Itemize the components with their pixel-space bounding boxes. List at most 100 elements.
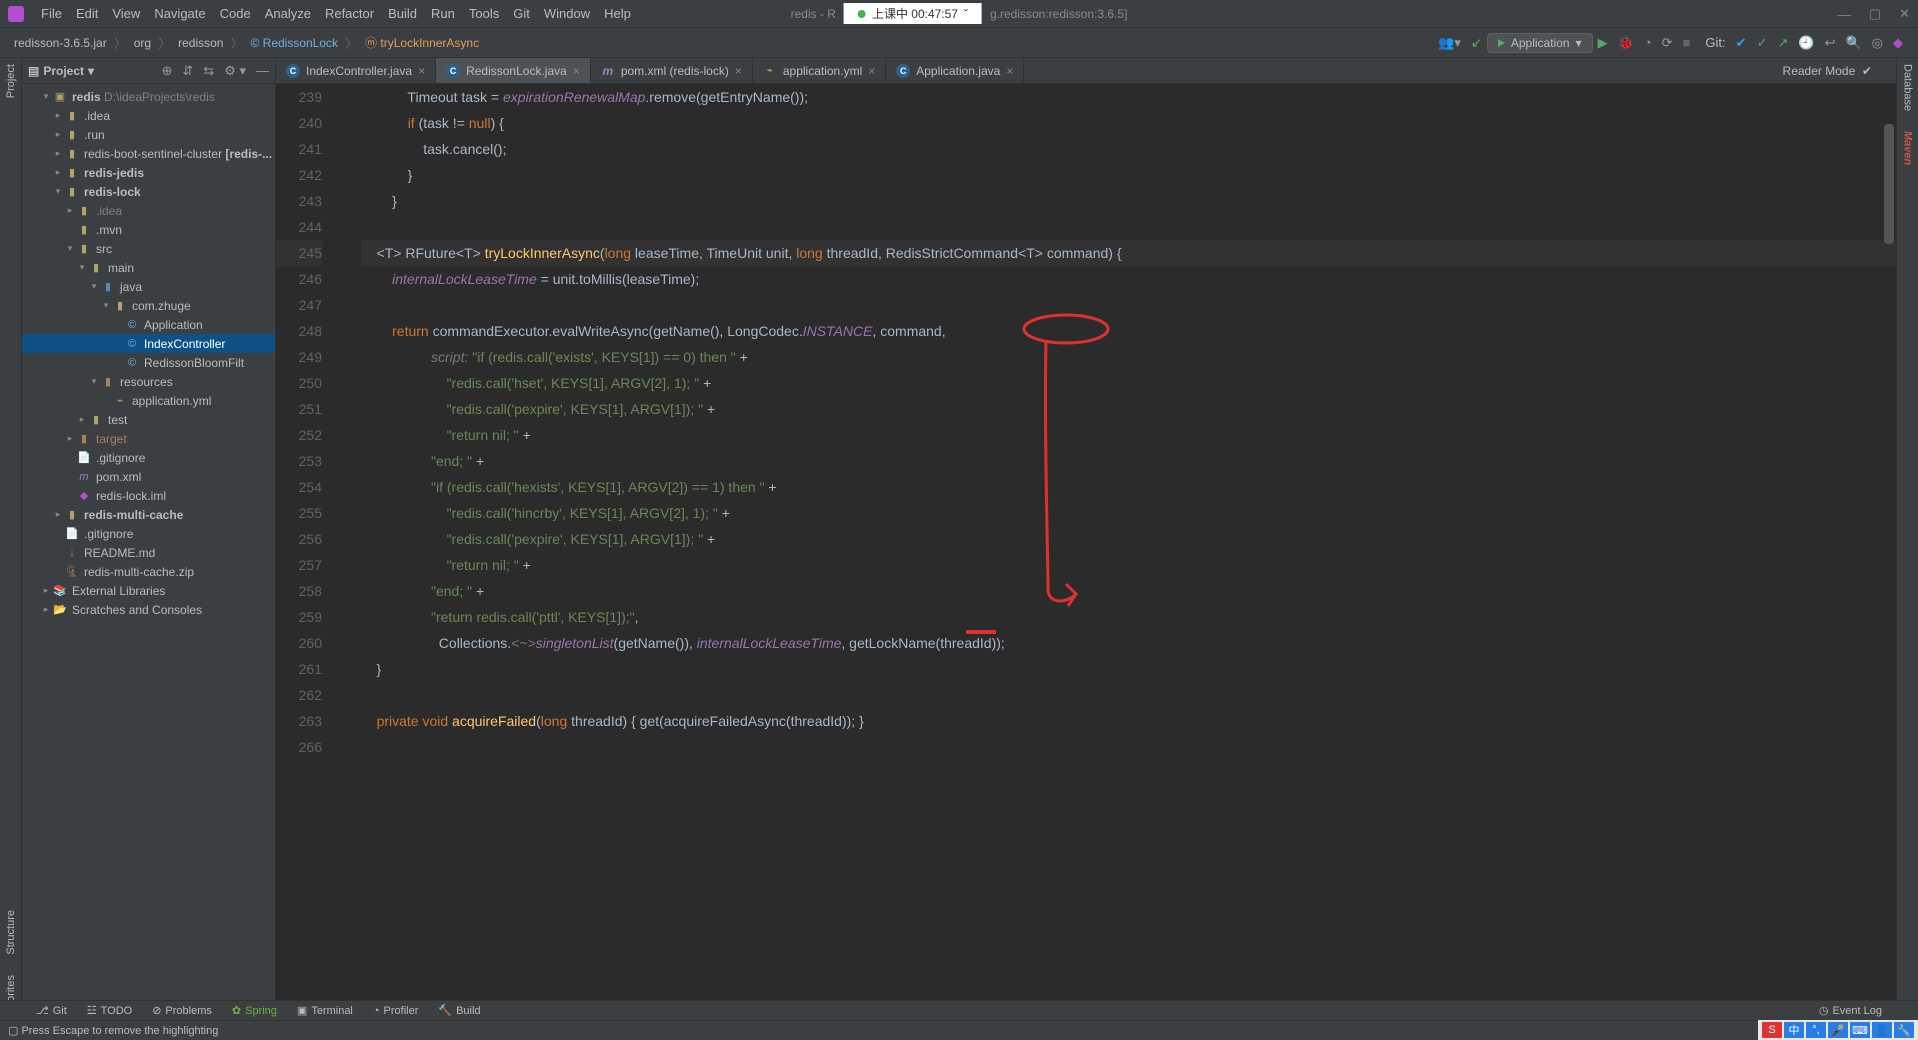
tree-resources[interactable]: ▾▮resources bbox=[22, 372, 275, 391]
tree-run[interactable]: ▸▮.run bbox=[22, 125, 275, 144]
tray-user-icon[interactable]: 👤 bbox=[1872, 1022, 1892, 1038]
locate-icon[interactable]: ⊕ bbox=[161, 63, 172, 79]
code-body[interactable]: Timeout task = expirationRenewalMap.remo… bbox=[361, 84, 1896, 760]
tab-appyml[interactable]: ⌁application.yml× bbox=[753, 58, 886, 83]
gear-icon[interactable]: ⚙ ▾ bbox=[224, 63, 246, 79]
stop-button[interactable]: ■ bbox=[1678, 35, 1696, 50]
tree-src[interactable]: ▾▮src bbox=[22, 239, 275, 258]
back-icon[interactable]: ↙ bbox=[1466, 35, 1487, 51]
tree-java[interactable]: ▾▮java bbox=[22, 277, 275, 296]
right-tab-maven[interactable]: Maven bbox=[1902, 131, 1914, 165]
close-tab-icon[interactable]: × bbox=[868, 64, 875, 78]
project-view-selector[interactable]: ▤ Project ▾ bbox=[28, 64, 94, 78]
menu-navigate[interactable]: Navigate bbox=[147, 6, 212, 21]
tree-pom[interactable]: mpom.xml bbox=[22, 467, 275, 486]
tab-todo[interactable]: ☳ TODO bbox=[79, 1004, 140, 1017]
close-icon[interactable]: ✕ bbox=[1899, 6, 1910, 22]
profile-button[interactable]: ⟳ bbox=[1657, 35, 1678, 51]
status-margin-icon[interactable]: ▢ bbox=[8, 1024, 18, 1037]
left-tab-structure[interactable]: Structure bbox=[5, 910, 17, 955]
tree-sentinel[interactable]: ▸▮redis-boot-sentinel-cluster [redis-... bbox=[22, 144, 275, 163]
crumb-org[interactable]: org bbox=[130, 36, 155, 50]
tree-multi-cache[interactable]: ▸▮redis-multi-cache bbox=[22, 505, 275, 524]
run-config-selector[interactable]: Application ▾ bbox=[1487, 33, 1593, 53]
tree-gitignore2[interactable]: 📄.gitignore bbox=[22, 524, 275, 543]
tree-bloom[interactable]: ©RedissonBloomFilt bbox=[22, 353, 275, 372]
tray-ime-icon[interactable]: S bbox=[1762, 1022, 1782, 1038]
tree-package[interactable]: ▾▮com.zhuge bbox=[22, 296, 275, 315]
tree-test[interactable]: ▸▮test bbox=[22, 410, 275, 429]
run-button[interactable]: ▶ bbox=[1593, 35, 1613, 51]
git-history-icon[interactable]: 🕘 bbox=[1793, 35, 1819, 51]
git-update-icon[interactable]: ✔ bbox=[1731, 35, 1752, 51]
tree-lock-idea[interactable]: ▸▮.idea bbox=[22, 201, 275, 220]
left-tab-project[interactable]: Project bbox=[5, 64, 17, 98]
menu-help[interactable]: Help bbox=[597, 6, 638, 21]
tree-iml[interactable]: ◆redis-lock.iml bbox=[22, 486, 275, 505]
tab-terminal[interactable]: ▣ Terminal bbox=[289, 1004, 361, 1017]
tray-tool-icon[interactable]: 🔧 bbox=[1894, 1022, 1914, 1038]
tab-profiler[interactable]: ◔ Profiler bbox=[365, 1005, 427, 1017]
tree-scratches[interactable]: ▸📂Scratches and Consoles bbox=[22, 600, 275, 619]
menu-file[interactable]: File bbox=[34, 6, 69, 21]
expand-icon[interactable]: ⇵ bbox=[182, 63, 193, 79]
git-commit-icon[interactable]: ✓ bbox=[1752, 35, 1773, 51]
tree-application[interactable]: ©Application bbox=[22, 315, 275, 334]
reader-mode-toggle[interactable]: Reader Mode ✔ bbox=[1783, 64, 1872, 78]
menu-git[interactable]: Git bbox=[506, 6, 537, 21]
tray-mic-icon[interactable]: 🎤 bbox=[1828, 1022, 1848, 1038]
tab-redissonlock[interactable]: CRedissonLock.java× bbox=[436, 58, 591, 83]
menu-run[interactable]: Run bbox=[424, 6, 462, 21]
right-tab-database[interactable]: Database bbox=[1902, 64, 1914, 111]
close-tab-icon[interactable]: × bbox=[735, 64, 742, 78]
tree-zip[interactable]: 🗜redis-multi-cache.zip bbox=[22, 562, 275, 581]
menu-build[interactable]: Build bbox=[381, 6, 424, 21]
menu-code[interactable]: Code bbox=[213, 6, 258, 21]
tree-index-controller[interactable]: ©IndexController bbox=[22, 334, 275, 353]
menu-tools[interactable]: Tools bbox=[462, 6, 506, 21]
tray-punct-icon[interactable]: °, bbox=[1806, 1022, 1826, 1038]
menu-view[interactable]: View bbox=[105, 6, 147, 21]
crumb-jar[interactable]: redisson-3.6.5.jar bbox=[10, 36, 111, 50]
tree-lock[interactable]: ▾▮redis-lock bbox=[22, 182, 275, 201]
menu-edit[interactable]: Edit bbox=[69, 6, 105, 21]
tab-spring[interactable]: ✿ Spring bbox=[224, 1004, 285, 1017]
tab-application[interactable]: CApplication.java× bbox=[886, 58, 1024, 83]
project-tree[interactable]: ▾▣redis D:\ideaProjects\redis ▸▮.idea ▸▮… bbox=[22, 84, 275, 1000]
tab-problems[interactable]: ⊘ Problems bbox=[144, 1004, 220, 1017]
menu-refactor[interactable]: Refactor bbox=[318, 6, 381, 21]
tab-build[interactable]: 🔨 Build bbox=[430, 1004, 488, 1017]
tab-git-bottom[interactable]: ⎇ Git bbox=[28, 1004, 75, 1017]
collapse-icon[interactable]: ⇆ bbox=[203, 63, 214, 79]
tree-mvn[interactable]: ▮.mvn bbox=[22, 220, 275, 239]
tree-gitignore[interactable]: 📄.gitignore bbox=[22, 448, 275, 467]
hide-panel-icon[interactable]: — bbox=[256, 63, 269, 79]
tab-pom[interactable]: mpom.xml (redis-lock)× bbox=[591, 58, 753, 83]
tree-target[interactable]: ▸▮target bbox=[22, 429, 275, 448]
tray-cn-icon[interactable]: 中 bbox=[1784, 1022, 1804, 1038]
vertical-scrollbar[interactable] bbox=[1884, 124, 1894, 244]
users-icon[interactable]: 👥▾ bbox=[1433, 35, 1466, 51]
tree-readme[interactable]: ↓README.md bbox=[22, 543, 275, 562]
crumb-class[interactable]: © RedissonLock bbox=[246, 36, 342, 50]
tray-keyboard-icon[interactable]: ⌨ bbox=[1850, 1022, 1870, 1038]
settings-icon[interactable]: ◎ bbox=[1867, 35, 1888, 51]
menu-analyze[interactable]: Analyze bbox=[258, 6, 318, 21]
maximize-icon[interactable]: ▢ bbox=[1869, 6, 1881, 22]
git-push-icon[interactable]: ↗ bbox=[1772, 35, 1793, 51]
ide-logo-icon[interactable]: ◆ bbox=[1888, 35, 1908, 51]
tree-app-yml[interactable]: ⌁application.yml bbox=[22, 391, 275, 410]
close-tab-icon[interactable]: × bbox=[1006, 64, 1013, 78]
crumb-method[interactable]: ⓜ tryLockInnerAsync bbox=[361, 34, 483, 51]
tree-root[interactable]: ▾▣redis D:\ideaProjects\redis bbox=[22, 87, 275, 106]
crumb-redisson[interactable]: redisson bbox=[174, 36, 227, 50]
recording-badge[interactable]: 上课中 00:47:57ˇ bbox=[844, 3, 982, 24]
coverage-button[interactable]: ◔ bbox=[1639, 35, 1657, 50]
tab-event-log[interactable]: ◷ Event Log bbox=[1811, 1004, 1890, 1017]
search-icon[interactable]: 🔍 bbox=[1840, 35, 1866, 51]
git-rollback-icon[interactable]: ↩ bbox=[1820, 35, 1841, 51]
close-tab-icon[interactable]: × bbox=[573, 64, 580, 78]
tree-jedis[interactable]: ▸▮redis-jedis bbox=[22, 163, 275, 182]
tree-main[interactable]: ▾▮main bbox=[22, 258, 275, 277]
code-editor[interactable]: 239240241242243244 245246247248249250251… bbox=[276, 84, 1896, 1000]
